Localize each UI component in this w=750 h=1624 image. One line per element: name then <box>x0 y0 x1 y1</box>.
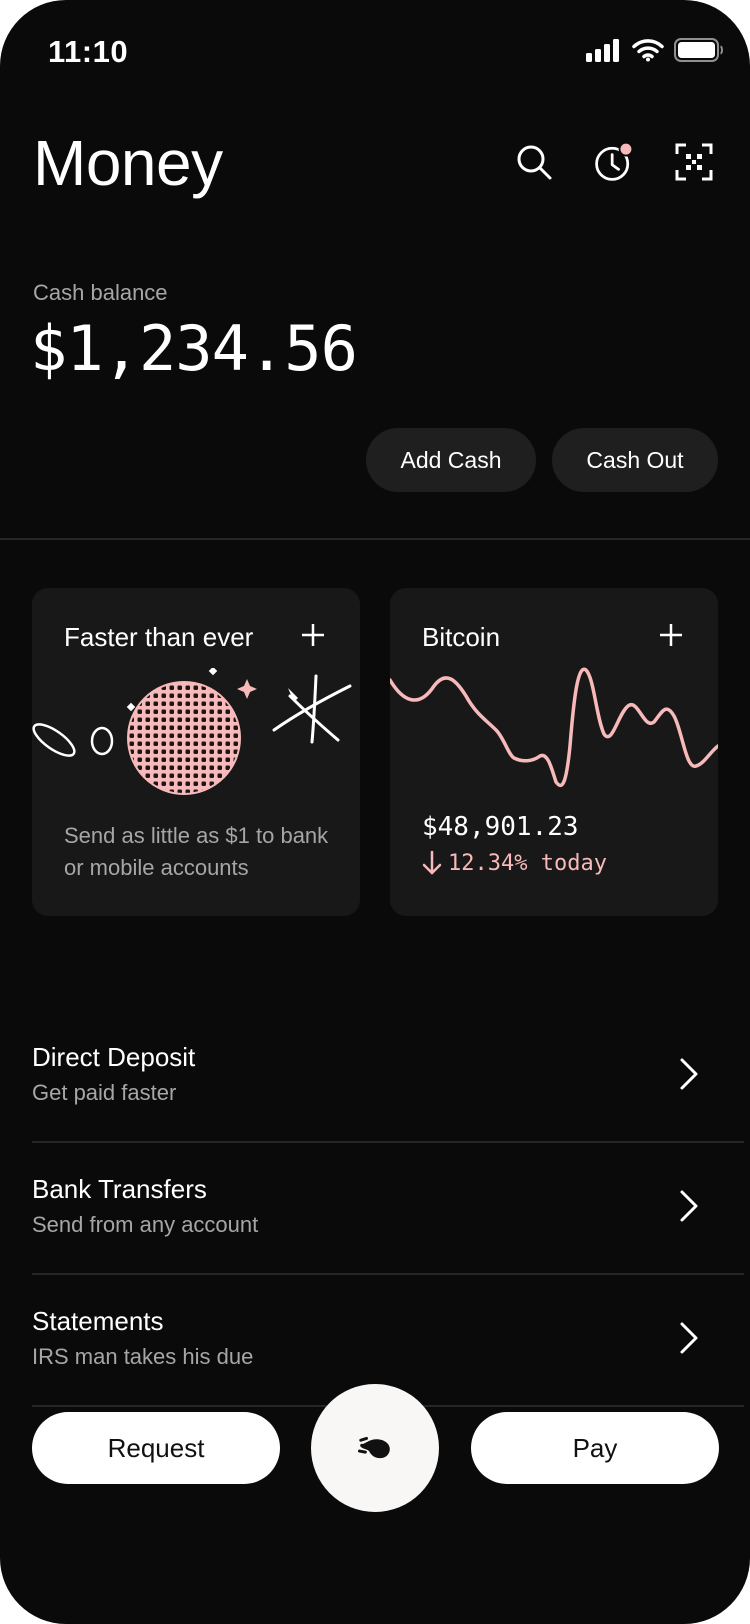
bitcoin-change: 12.34% today <box>422 850 607 876</box>
chevron-right-icon <box>680 1190 698 1222</box>
chevron-right-icon <box>680 1058 698 1090</box>
list-item-title: Statements <box>32 1306 164 1336</box>
list-item-title: Bank Transfers <box>32 1174 207 1204</box>
promo-card[interactable]: Faster than ever Send as little as $1 to… <box>32 588 360 916</box>
promo-card-title: Faster than ever <box>64 622 254 652</box>
list-item-subtitle: Get paid faster <box>32 1080 177 1105</box>
list-divider <box>32 1141 744 1143</box>
cash-app-home-button[interactable] <box>311 1384 439 1512</box>
plus-icon[interactable] <box>300 622 326 648</box>
qr-scan-icon <box>675 143 713 181</box>
bitcoin-price: $48,901.23 <box>422 812 579 842</box>
activity-button[interactable] <box>592 140 636 184</box>
list-item-subtitle: IRS man takes his due <box>32 1344 254 1369</box>
hand-icon <box>357 1436 390 1459</box>
status-time: 11:10 <box>48 34 129 69</box>
wifi-icon <box>632 39 664 62</box>
cash-balance-amount: $1,234.56 <box>30 312 358 385</box>
clock-icon <box>595 141 634 181</box>
battery-icon <box>674 38 723 62</box>
bitcoin-price-sparkline <box>390 667 718 788</box>
list-item-subtitle: Send from any account <box>32 1212 259 1237</box>
phone-screen: 11:10 Money Cash balance $1,234.56 Add C… <box>0 0 750 1624</box>
bitcoin-change-text: 12.34% today <box>448 850 607 876</box>
bitcoin-card-title: Bitcoin <box>422 622 501 652</box>
pay-button[interactable]: Pay <box>471 1412 719 1484</box>
list-item-bank-transfers[interactable]: Bank Transfers Send from any account <box>32 1174 744 1306</box>
section-divider <box>0 538 750 540</box>
promo-card-text: Send as little as $1 to bank or mobile a… <box>64 823 329 880</box>
signal-icon <box>586 39 619 62</box>
cash-balance-label: Cash balance <box>33 280 168 305</box>
list-item-title: Direct Deposit <box>32 1042 196 1072</box>
request-button[interactable]: Request <box>32 1412 280 1484</box>
status-icons <box>586 38 724 62</box>
search-button[interactable] <box>512 140 556 184</box>
chevron-right-icon <box>680 1322 698 1354</box>
plus-icon[interactable] <box>658 622 684 648</box>
add-cash-button[interactable]: Add Cash <box>366 428 536 492</box>
list-item-direct-deposit[interactable]: Direct Deposit Get paid faster <box>32 1042 744 1174</box>
search-icon <box>517 145 552 180</box>
scan-button[interactable] <box>672 140 716 184</box>
cash-out-button[interactable]: Cash Out <box>552 428 718 492</box>
list-divider <box>32 1273 744 1275</box>
arrow-down-icon <box>422 850 442 875</box>
page-title: Money <box>33 127 223 199</box>
disco-ball-illustration <box>32 668 352 795</box>
bitcoin-card[interactable]: Bitcoin $48,901.23 12.34% today <box>390 588 718 916</box>
